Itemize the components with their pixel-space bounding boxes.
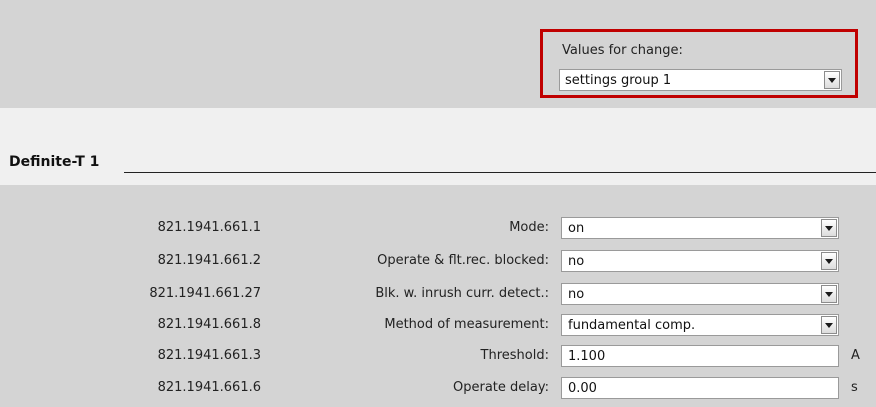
inrush-blocking-value: no bbox=[568, 287, 585, 302]
parameter-label: Operate delay: bbox=[453, 380, 549, 395]
parameter-row-mode: 821.1941.661.1 Mode: on bbox=[0, 217, 876, 239]
chevron-down-icon[interactable] bbox=[824, 71, 840, 89]
chevron-down-icon[interactable] bbox=[821, 285, 837, 303]
threshold-input[interactable]: 1.100 bbox=[561, 345, 839, 367]
parameter-id: 821.1941.661.27 bbox=[149, 286, 261, 301]
measurement-method-value: fundamental comp. bbox=[568, 318, 696, 333]
values-for-change-label: Values for change: bbox=[562, 43, 683, 58]
mode-value: on bbox=[568, 221, 585, 236]
parameter-panel: 821.1941.661.1 Mode: on 821.1941.661.2 O… bbox=[0, 185, 876, 407]
parameter-label: Threshold: bbox=[480, 348, 549, 363]
parameter-id: 821.1941.661.6 bbox=[157, 380, 261, 395]
operate-delay-input[interactable]: 0.00 bbox=[561, 377, 839, 399]
inrush-blocking-dropdown[interactable]: no bbox=[561, 283, 839, 305]
operate-blocked-dropdown[interactable]: no bbox=[561, 250, 839, 272]
chevron-down-icon[interactable] bbox=[821, 252, 837, 270]
operate-blocked-value: no bbox=[568, 254, 585, 269]
section-spacer bbox=[0, 108, 876, 185]
parameter-id: 821.1941.661.8 bbox=[157, 317, 261, 332]
parameter-label: Mode: bbox=[509, 220, 549, 235]
section-title: Definite-T 1 bbox=[9, 154, 100, 170]
chevron-down-icon[interactable] bbox=[821, 316, 837, 334]
chevron-down-icon[interactable] bbox=[821, 219, 837, 237]
parameter-id: 821.1941.661.1 bbox=[157, 220, 261, 235]
measurement-method-dropdown[interactable]: fundamental comp. bbox=[561, 314, 839, 336]
parameter-id: 821.1941.661.3 bbox=[157, 348, 261, 363]
parameter-label: Blk. w. inrush curr. detect.: bbox=[375, 286, 549, 301]
operate-delay-unit: s bbox=[851, 380, 858, 395]
parameter-label: Operate & flt.rec. blocked: bbox=[377, 253, 549, 268]
parameter-label: Method of measurement: bbox=[384, 317, 549, 332]
parameter-row-operate-delay: 821.1941.661.6 Operate delay: 0.00 s bbox=[0, 377, 876, 399]
settings-group-value: settings group 1 bbox=[565, 73, 672, 88]
parameter-row-inrush-blocking: 821.1941.661.27 Blk. w. inrush curr. det… bbox=[0, 283, 876, 305]
threshold-value: 1.100 bbox=[568, 349, 606, 364]
values-for-change-highlight: Values for change: settings group 1 bbox=[540, 29, 858, 98]
parameter-row-threshold: 821.1941.661.3 Threshold: 1.100 A bbox=[0, 345, 876, 367]
parameter-row-operate-blocked: 821.1941.661.2 Operate & flt.rec. blocke… bbox=[0, 250, 876, 272]
threshold-unit: A bbox=[851, 348, 860, 363]
mode-dropdown[interactable]: on bbox=[561, 217, 839, 239]
settings-group-dropdown[interactable]: settings group 1 bbox=[559, 69, 842, 91]
section-divider bbox=[124, 172, 876, 173]
parameter-id: 821.1941.661.2 bbox=[157, 253, 261, 268]
parameter-row-measurement-method: 821.1941.661.8 Method of measurement: fu… bbox=[0, 314, 876, 336]
settings-header-panel: Values for change: settings group 1 bbox=[0, 0, 876, 108]
operate-delay-value: 0.00 bbox=[568, 381, 597, 396]
